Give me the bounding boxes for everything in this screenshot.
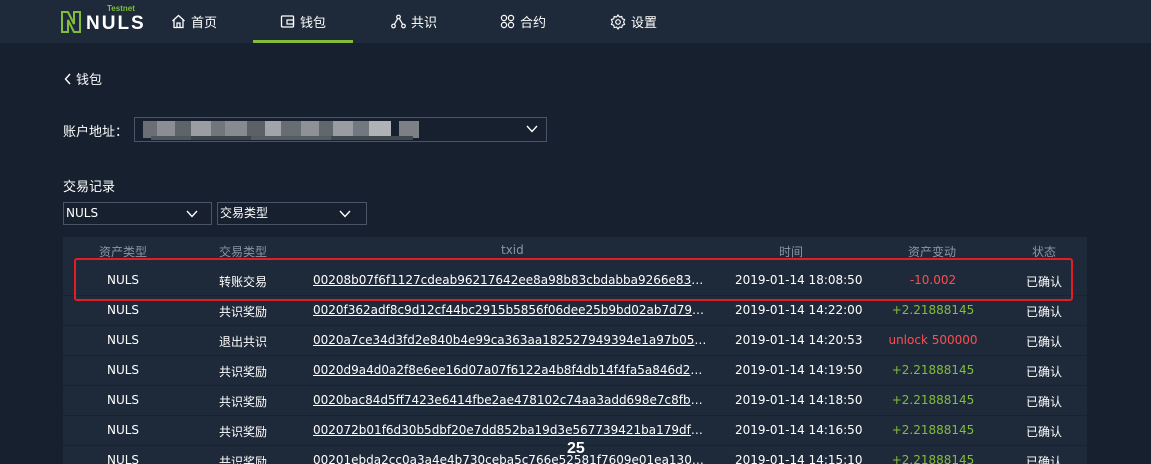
nav-contract[interactable]: 合约: [500, 0, 546, 43]
cell-asset-change: -10.002: [909, 273, 957, 287]
col-tx-type: 交易类型: [219, 245, 268, 259]
col-asset-type: 资产类型: [99, 245, 148, 259]
nav-settings-label: 设置: [631, 16, 658, 31]
cell-asset-change: +2.21888145: [891, 303, 975, 317]
testnet-badge: Testnet: [107, 4, 135, 13]
col-time: 时间: [779, 245, 804, 259]
cell-asset: NULS: [106, 423, 140, 437]
txid-link[interactable]: 0020f362adf8c9d12cf44bc2915b5856f06dee25…: [313, 303, 709, 317]
contract-icon: [500, 14, 515, 29]
col-asset-change: 资产变动: [908, 245, 957, 259]
nav-settings[interactable]: 设置: [610, 0, 657, 43]
type-filter-select[interactable]: 交易类型: [217, 202, 367, 225]
table-row: NULS 共识奖励 0020bac84d5ff7423e6414fbe2ae4781…: [63, 386, 1087, 416]
wallet-icon: [280, 15, 295, 28]
cell-tx-type: 共识奖励: [219, 395, 268, 409]
nav-wallet-label: 钱包: [300, 16, 327, 31]
consensus-icon: [391, 14, 406, 29]
table-row: NULS 转账交易 00208b07f6f1127cdeab96217642ee8a…: [63, 266, 1087, 296]
cell-status: 已确认: [1025, 365, 1062, 379]
top-navbar: Testnet NULS 首页 钱包 共识 合约 设置: [0, 0, 1151, 43]
cell-asset-change: unlock 500000: [888, 333, 978, 347]
txid-link[interactable]: 00201ebda2cc0a3a4e4b730ceba5c766e52581f7…: [313, 453, 709, 464]
back-link-label: 钱包: [76, 73, 103, 88]
chevron-down-icon: [339, 210, 351, 218]
cell-time: 2019-01-14 14:19:50: [735, 363, 863, 377]
cell-time: 2019-01-14 14:22:00: [735, 303, 863, 317]
cell-tx-type: 共识奖励: [219, 305, 268, 319]
nuls-logo-icon: [61, 11, 81, 33]
cell-time: 2019-01-14 14:15:10: [735, 453, 863, 464]
cell-status: 已确认: [1025, 305, 1062, 319]
back-link[interactable]: 钱包: [64, 69, 102, 88]
cell-asset: NULS: [106, 273, 140, 287]
cell-status: 已确认: [1025, 455, 1062, 464]
cell-tx-type: 退出共识: [219, 335, 268, 349]
cell-status: 已确认: [1025, 395, 1062, 409]
cell-asset-change: +2.21888145: [891, 363, 975, 377]
account-address-label: 账户地址：: [63, 125, 129, 140]
table-row: NULS 退出共识 0020a7ce34d3fd2e840b4e99ca363aa1…: [63, 326, 1087, 356]
cell-time: 2019-01-14 14:18:50: [735, 393, 863, 407]
cell-tx-type: 共识奖励: [219, 365, 268, 379]
page-number: 25: [567, 440, 585, 457]
cell-time: 2019-01-14 18:08:50: [735, 273, 863, 287]
cell-asset-change: +2.21888145: [891, 423, 975, 437]
cell-status: 已确认: [1025, 275, 1062, 289]
cell-asset: NULS: [106, 333, 140, 347]
cell-status: 已确认: [1025, 425, 1062, 439]
cell-asset-change: +2.21888145: [891, 453, 975, 464]
logo-text: NULS: [86, 13, 146, 34]
nav-contract-label: 合约: [520, 16, 547, 31]
home-icon: [172, 14, 185, 29]
nav-consensus[interactable]: 共识: [391, 0, 437, 43]
cell-time: 2019-01-14 14:16:50: [735, 423, 863, 437]
txid-link[interactable]: 0020bac84d5ff7423e6414fbe2ae478102c74aa3…: [313, 393, 709, 407]
col-status: 状态: [1032, 245, 1057, 259]
table-header: 资产类型 交易类型 txid 时间 资产变动 状态: [63, 237, 1087, 263]
table-row: NULS 共识奖励 0020d9a4d0a2f8e6ee16d07a07f6122a…: [63, 356, 1087, 386]
txid-link[interactable]: 0020a7ce34d3fd2e840b4e99ca363aa182527949…: [313, 333, 709, 347]
cell-tx-type: 共识奖励: [219, 425, 268, 439]
cell-tx-type: 共识奖励: [219, 455, 268, 464]
chevron-down-icon: [186, 210, 198, 218]
redacted-address-shadow: [151, 136, 413, 140]
transactions-table: 资产类型 交易类型 txid 时间 资产变动 状态 NULS 转账交易 00208b…: [63, 237, 1087, 464]
asset-filter-value: NULS: [66, 206, 99, 220]
txid-link[interactable]: 002072b01f6d30b5dbf20e7dd852ba19d3e56773…: [313, 423, 709, 437]
cell-asset: NULS: [106, 393, 140, 407]
cell-asset: NULS: [106, 303, 140, 317]
settings-icon: [610, 13, 626, 30]
account-address-select[interactable]: [134, 117, 547, 142]
nav-consensus-label: 共识: [411, 16, 438, 31]
nuls-logo[interactable]: Testnet NULS: [60, 4, 144, 37]
chevron-down-icon: [526, 125, 538, 133]
cell-asset: NULS: [106, 363, 140, 377]
cell-asset: NULS: [106, 453, 140, 464]
transactions-title: 交易记录: [63, 180, 116, 195]
cell-status: 已确认: [1025, 335, 1062, 349]
cell-tx-type: 转账交易: [219, 275, 268, 289]
chevron-left-icon: [64, 73, 71, 84]
nav-wallet[interactable]: 钱包: [252, 0, 354, 43]
col-txid: txid: [501, 243, 524, 257]
table-row: NULS 共识奖励 0020f362adf8c9d12cf44bc2915b5856…: [63, 296, 1087, 326]
asset-filter-select[interactable]: NULS: [63, 202, 212, 225]
txid-link[interactable]: 00208b07f6f1127cdeab96217642ee8a98b83cbd…: [313, 273, 709, 287]
nav-home-label: 首页: [191, 16, 218, 31]
type-filter-value: 交易类型: [220, 206, 269, 220]
nav-home[interactable]: 首页: [171, 0, 217, 43]
cell-asset-change: +2.21888145: [891, 393, 975, 407]
cell-time: 2019-01-14 14:20:53: [735, 333, 863, 347]
txid-link[interactable]: 0020d9a4d0a2f8e6ee16d07a07f6122a4b8f4db1…: [313, 363, 709, 377]
